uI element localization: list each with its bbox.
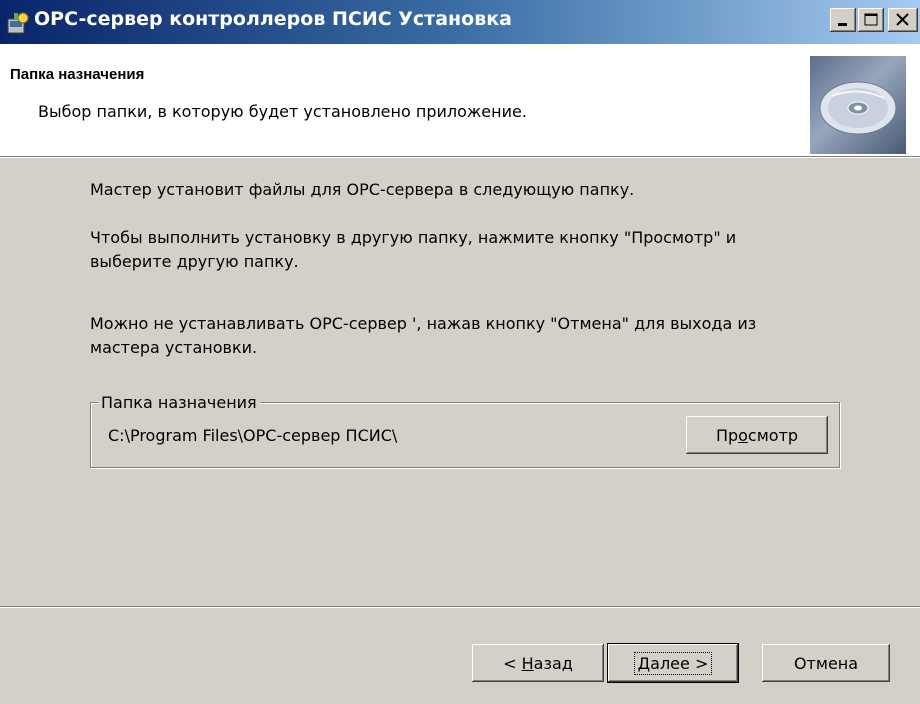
cd-disc-icon (810, 56, 906, 154)
window-title: OPC-сервер контроллеров ПСИС Установка (34, 8, 512, 30)
info-text-1: Мастер установит файлы для OPC-сервера в… (90, 180, 635, 199)
browse-label: Просмотр (715, 425, 799, 445)
wizard-header: Папка назначения Выбор папки, в которую … (0, 44, 920, 156)
next-button[interactable]: Далее > (607, 643, 739, 683)
title-bar[interactable]: OPC-сервер контроллеров ПСИС Установка (0, 0, 920, 44)
info-text-2a: Чтобы выполнить установку в другую папку… (90, 228, 737, 247)
maximize-icon (864, 13, 878, 26)
cancel-label: Отмена (793, 653, 859, 673)
header-title: Папка назначения (10, 66, 145, 83)
destination-group-label: Папка назначения (98, 394, 260, 412)
back-button[interactable]: < Назад (472, 644, 604, 682)
back-label: < Назад (503, 653, 573, 673)
minimize-icon (838, 23, 847, 26)
next-label: Далее > (633, 651, 713, 675)
close-button[interactable] (888, 8, 918, 32)
info-text-2b: выберите другую папку. (90, 252, 299, 271)
header-subtitle: Выбор папки, в которую будет установлено… (38, 102, 527, 121)
cancel-button[interactable]: Отмена (762, 644, 890, 682)
minimize-button[interactable] (830, 8, 856, 32)
browse-button[interactable]: Просмотр (686, 416, 828, 454)
close-icon (896, 13, 909, 26)
destination-path: C:\Program Files\OPC-сервер ПСИС\ (108, 426, 398, 445)
info-text-3b: мастера установки. (90, 338, 258, 357)
maximize-button[interactable] (858, 8, 884, 32)
installer-icon (6, 11, 30, 35)
info-text-3a: Можно не устанавливать OPC-сервер ', наж… (90, 314, 757, 333)
